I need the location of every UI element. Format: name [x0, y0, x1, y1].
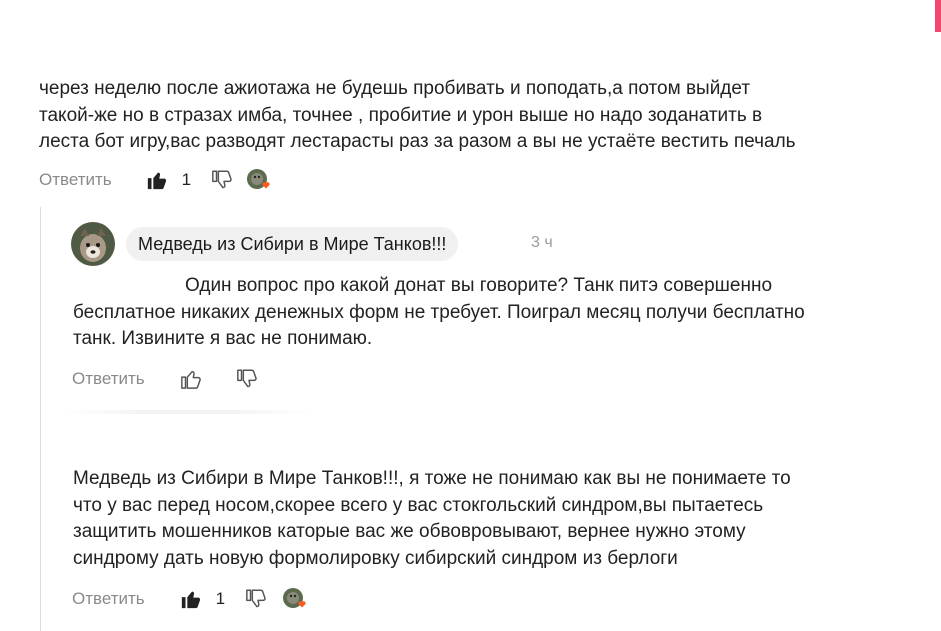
thumb-up-outline-icon[interactable] [178, 367, 204, 391]
timestamp: 3 ч [531, 234, 553, 251]
comment-line: такой-же но в стразах имба, точнее , про… [39, 104, 763, 126]
reaction-avatar-icon[interactable] [245, 168, 273, 192]
reaction-avatar-icon[interactable] [281, 587, 309, 611]
comment-actions: Ответить 1 [72, 587, 309, 611]
comment-line: через неделю после ажиотажа не будешь пр… [39, 78, 751, 99]
comment-line: синдрому дать новую формолировку сибирск… [73, 547, 678, 569]
comment-line: бесплатное никаких денежных форм не треб… [73, 301, 805, 323]
like-count: 1 [181, 170, 192, 189]
author-avatar[interactable] [71, 222, 115, 266]
comment-actions: Ответить 1 [39, 168, 273, 192]
comment-line: танк. Извините я вас не понимаю. [73, 328, 373, 349]
thumb-up-filled-icon[interactable] [144, 168, 170, 192]
thumb-down-outline-icon[interactable] [209, 168, 235, 192]
comment-line: что у вас перед носом,скорее всего у вас… [73, 494, 764, 516]
comment-line: леста бот игру,вас разводят лестарасты р… [39, 131, 796, 152]
like-count: 1 [215, 589, 226, 608]
comment-line: Медведь из Сибири в Мире Танков!!!, я то… [73, 468, 791, 489]
top-right-accent-bar [935, 0, 941, 32]
thumb-up-filled-icon[interactable] [178, 587, 204, 611]
comment-text: через неделю после ажиотажа не будешь пр… [39, 76, 919, 156]
comment-text: Медведь из Сибири в Мире Танков!!!, я то… [73, 466, 933, 572]
reply-button[interactable]: Ответить [72, 589, 145, 609]
thumb-down-outline-icon[interactable] [234, 367, 260, 391]
comment-line: защитить мошенников каторые вас же обвов… [73, 521, 746, 542]
thread-line [40, 207, 41, 631]
comment-line: Один вопрос про какой донат вы говорите?… [185, 275, 773, 296]
thumb-down-outline-icon[interactable] [243, 587, 269, 611]
divider [62, 410, 312, 414]
reply-button[interactable]: Ответить [72, 369, 145, 389]
comment-text: Один вопрос про какой донат вы говорите?… [73, 273, 933, 353]
author-name[interactable]: Медведь из Сибири в Мире Танков!!! [126, 227, 459, 261]
comment-actions: Ответить [72, 367, 260, 391]
reply-button[interactable]: Ответить [39, 170, 112, 190]
